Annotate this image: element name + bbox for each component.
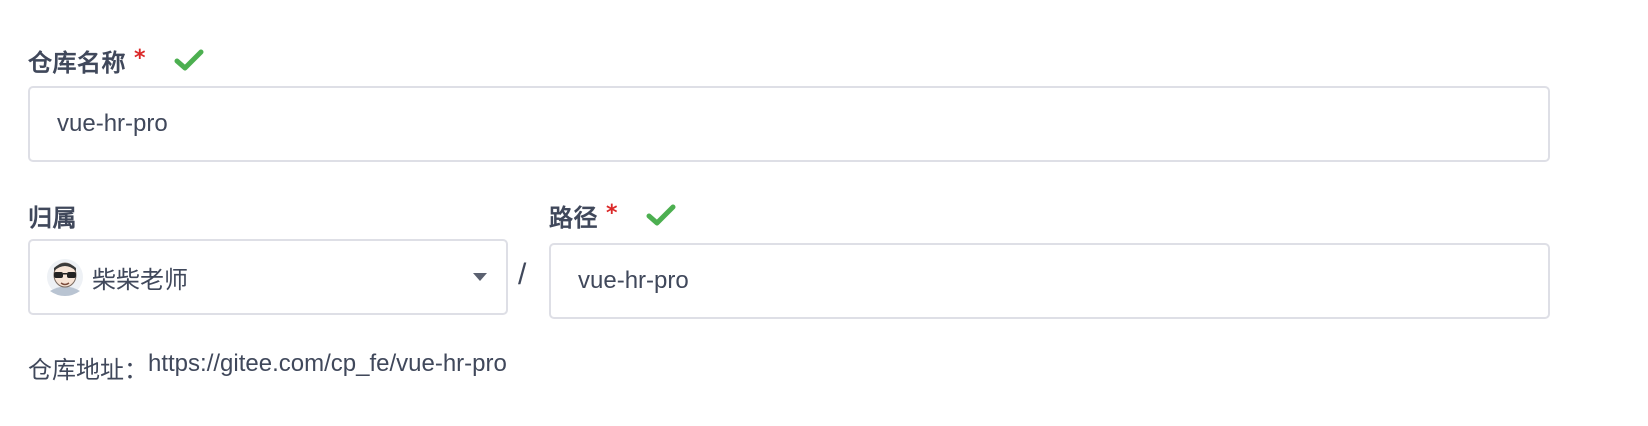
repo-address-url: https://gitee.com/cp_fe/vue-hr-pro [148,350,507,377]
owner-select[interactable]: 柴柴老师 [28,239,508,315]
owner-avatar [47,259,83,296]
chevron-down-icon[interactable] [472,272,488,282]
path-valid-check-icon [646,204,676,226]
path-input[interactable] [551,245,1548,317]
owner-label-row: 归属 [28,195,77,235]
owner-path-separator: / [518,258,527,291]
path-required-mark: * [606,200,618,226]
path-input-box[interactable] [549,243,1550,319]
repo-name-label: 仓库名称 [28,48,126,77]
path-label: 路径 [549,203,598,232]
path-label-row: 路径 * [549,195,676,235]
repo-name-input-box[interactable] [28,86,1550,162]
repo-name-label-row: 仓库名称 * [28,40,204,80]
repo-name-input[interactable] [30,88,1548,160]
repo-address: 仓库地址： https://gitee.com/cp_fe/vue-hr-pro [28,350,507,385]
repo-name-required-mark: * [134,45,146,71]
repo-name-valid-check-icon [174,49,204,71]
repo-address-label: 仓库地址： [28,357,148,384]
owner-label: 归属 [28,203,77,232]
owner-selected-value: 柴柴老师 [92,265,188,294]
